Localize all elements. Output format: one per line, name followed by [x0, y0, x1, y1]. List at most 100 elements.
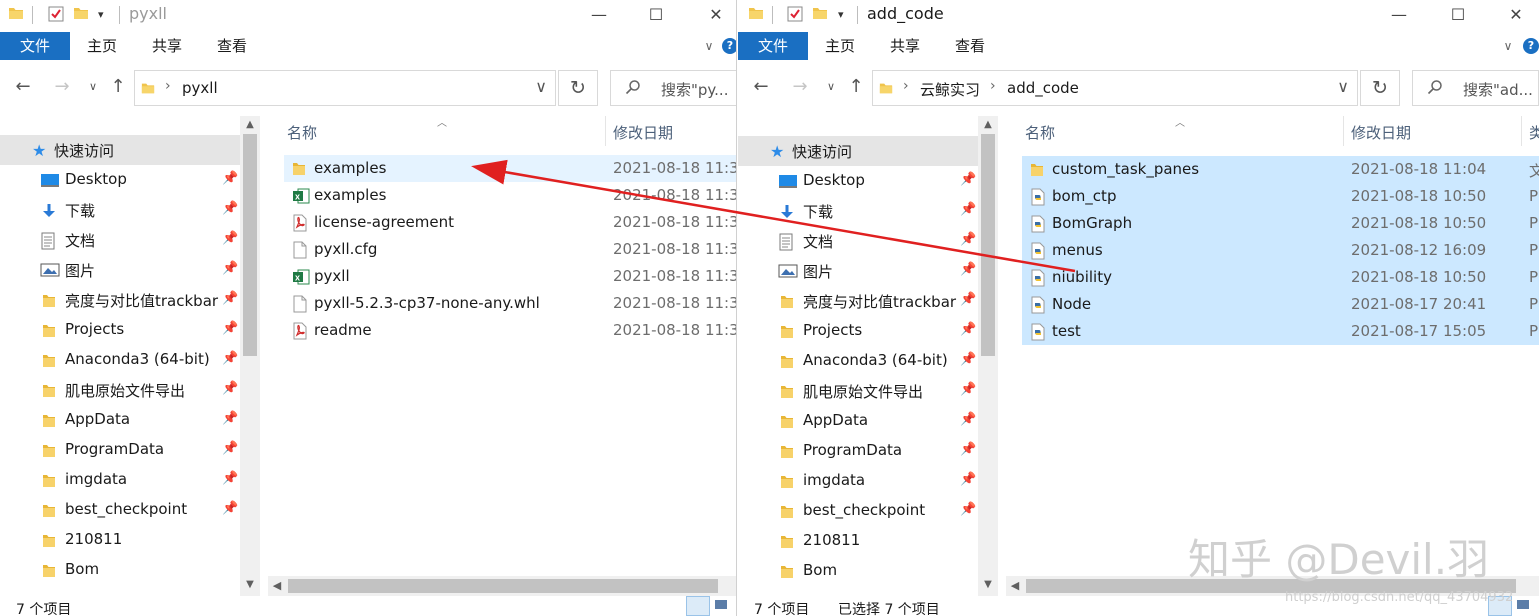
scroll-left-icon[interactable]: ◀ [268, 576, 286, 596]
nav-item[interactable]: Projects 📌 [738, 316, 978, 346]
search-input[interactable]: 搜索"ad... [1412, 70, 1539, 106]
tab-file[interactable]: 文件 [738, 32, 808, 60]
file-row[interactable]: x examples 2021-08-18 11:34 [284, 182, 736, 209]
file-row[interactable]: pyxll.cfg 2021-08-18 11:34 [284, 236, 736, 263]
new-folder-icon[interactable] [73, 5, 89, 25]
scroll-thumb[interactable] [981, 134, 995, 356]
pin-icon[interactable]: 📌 [222, 171, 238, 186]
file-row[interactable]: Node 2021-08-17 20:41 P [1022, 291, 1539, 318]
nav-item[interactable]: 下载 📌 [0, 195, 240, 225]
nav-item[interactable]: 文档 📌 [738, 226, 978, 256]
pin-icon[interactable]: 📌 [960, 502, 976, 517]
recent-locations-icon[interactable]: ∨ [82, 76, 104, 98]
nav-item[interactable]: Bom [738, 556, 978, 586]
properties-icon[interactable] [786, 5, 804, 25]
back-icon[interactable]: ← [12, 76, 34, 98]
pin-icon[interactable]: 📌 [960, 202, 976, 217]
nav-quick-access[interactable]: ★ 快速访问 [0, 135, 240, 165]
pin-icon[interactable]: 📌 [222, 501, 238, 516]
pin-icon[interactable]: 📌 [960, 262, 976, 277]
file-row[interactable]: niubility 2021-08-18 10:50 P [1022, 264, 1539, 291]
scroll-down-icon[interactable]: ▼ [240, 576, 260, 594]
help-icon[interactable]: ? [722, 38, 736, 54]
scroll-thumb[interactable] [288, 579, 718, 593]
help-icon[interactable]: ? [1523, 38, 1539, 54]
ribbon-expand-icon[interactable]: ∨ [1495, 34, 1521, 58]
nav-item[interactable]: AppData 📌 [738, 406, 978, 436]
nav-scrollbar[interactable]: ▲ ▼ [240, 116, 260, 596]
file-row[interactable]: x pyxll 2021-08-18 11:34 [284, 263, 736, 290]
file-row[interactable]: BomGraph 2021-08-18 10:50 P [1022, 210, 1539, 237]
nav-item[interactable]: 210811 [738, 526, 978, 556]
breadcrumb-item[interactable]: pyxll [182, 79, 218, 97]
up-icon[interactable]: ↑ [107, 76, 129, 98]
address-bar[interactable]: › pyxll ∨ [134, 70, 556, 106]
nav-item[interactable]: 下载 📌 [738, 196, 978, 226]
nav-item[interactable]: 文档 📌 [0, 225, 240, 255]
pin-icon[interactable]: 📌 [222, 471, 238, 486]
horizontal-scrollbar[interactable]: ◀ [268, 576, 736, 596]
customize-toolbar-icon[interactable]: ▾ [98, 8, 104, 28]
large-icons-view-icon[interactable] [1514, 596, 1536, 616]
file-row[interactable]: menus 2021-08-12 16:09 P [1022, 237, 1539, 264]
scroll-up-icon[interactable]: ▲ [978, 116, 998, 134]
tab-share[interactable]: 共享 [147, 32, 187, 60]
pin-icon[interactable]: 📌 [222, 231, 238, 246]
back-icon[interactable]: ← [750, 76, 772, 98]
pin-icon[interactable]: 📌 [222, 441, 238, 456]
nav-item[interactable]: Anaconda3 (64-bit) 📌 [0, 345, 240, 375]
file-row[interactable]: pyxll-5.2.3-cp37-none-any.whl 2021-08-18 … [284, 290, 736, 317]
nav-item[interactable]: Anaconda3 (64-bit) 📌 [738, 346, 978, 376]
scroll-thumb[interactable] [243, 134, 257, 356]
chevron-down-icon[interactable]: ∨ [535, 77, 547, 96]
tab-home[interactable]: 主页 [82, 32, 122, 60]
pin-icon[interactable]: 📌 [960, 382, 976, 397]
nav-item[interactable]: 亮度与对比值trackbar 📌 [738, 286, 978, 316]
close-icon[interactable]: ✕ [703, 3, 729, 27]
large-icons-view-icon[interactable] [712, 596, 734, 616]
nav-item[interactable]: best_checkpoint 📌 [0, 495, 240, 525]
maximize-icon[interactable]: ☐ [643, 3, 669, 27]
forward-icon[interactable]: → [51, 76, 73, 98]
tab-view[interactable]: 查看 [950, 32, 990, 60]
nav-item[interactable]: Projects 📌 [0, 315, 240, 345]
breadcrumb-item[interactable]: 云鲸实习 [920, 79, 980, 100]
nav-item[interactable]: Desktop 📌 [738, 166, 978, 196]
nav-item[interactable]: ProgramData 📌 [738, 436, 978, 466]
forward-icon[interactable]: → [789, 76, 811, 98]
nav-item[interactable]: 肌电原始文件导出 📌 [0, 375, 240, 405]
file-row[interactable]: examples 2021-08-18 11:36 [284, 155, 736, 182]
file-row[interactable]: bom_ctp 2021-08-18 10:50 P [1022, 183, 1539, 210]
column-date[interactable]: 修改日期 [613, 122, 673, 143]
nav-item[interactable]: imgdata 📌 [0, 465, 240, 495]
pin-icon[interactable]: 📌 [222, 411, 238, 426]
nav-item[interactable]: 图片 📌 [738, 256, 978, 286]
pin-icon[interactable]: 📌 [222, 261, 238, 276]
minimize-icon[interactable]: — [586, 3, 612, 27]
pin-icon[interactable]: 📌 [222, 321, 238, 336]
pin-icon[interactable]: 📌 [960, 322, 976, 337]
close-icon[interactable]: ✕ [1503, 3, 1529, 27]
file-row[interactable]: test 2021-08-17 15:05 P [1022, 318, 1539, 345]
tab-view[interactable]: 查看 [212, 32, 252, 60]
pin-icon[interactable]: 📌 [960, 352, 976, 367]
up-icon[interactable]: ↑ [845, 76, 867, 98]
refresh-button[interactable]: ↻ [558, 70, 598, 106]
chevron-down-icon[interactable]: ∨ [1337, 77, 1349, 96]
recent-locations-icon[interactable]: ∨ [820, 76, 842, 98]
maximize-icon[interactable]: ☐ [1445, 3, 1471, 27]
nav-item[interactable]: Bom [0, 555, 240, 585]
pin-icon[interactable]: 📌 [960, 172, 976, 187]
nav-item[interactable]: 图片 📌 [0, 255, 240, 285]
nav-item[interactable]: ProgramData 📌 [0, 435, 240, 465]
nav-quick-access[interactable]: ★ 快速访问 [738, 136, 978, 166]
nav-item[interactable]: 肌电原始文件导出 📌 [738, 376, 978, 406]
column-type[interactable]: 类 [1529, 122, 1539, 143]
pin-icon[interactable]: 📌 [222, 291, 238, 306]
nav-item[interactable]: 亮度与对比值trackbar 📌 [0, 285, 240, 315]
nav-item[interactable]: 210811 [0, 525, 240, 555]
pin-icon[interactable]: 📌 [960, 292, 976, 307]
nav-scrollbar[interactable]: ▲ ▼ [978, 116, 998, 596]
column-name[interactable]: 名称 [287, 122, 317, 143]
scroll-up-icon[interactable]: ▲ [240, 116, 260, 134]
